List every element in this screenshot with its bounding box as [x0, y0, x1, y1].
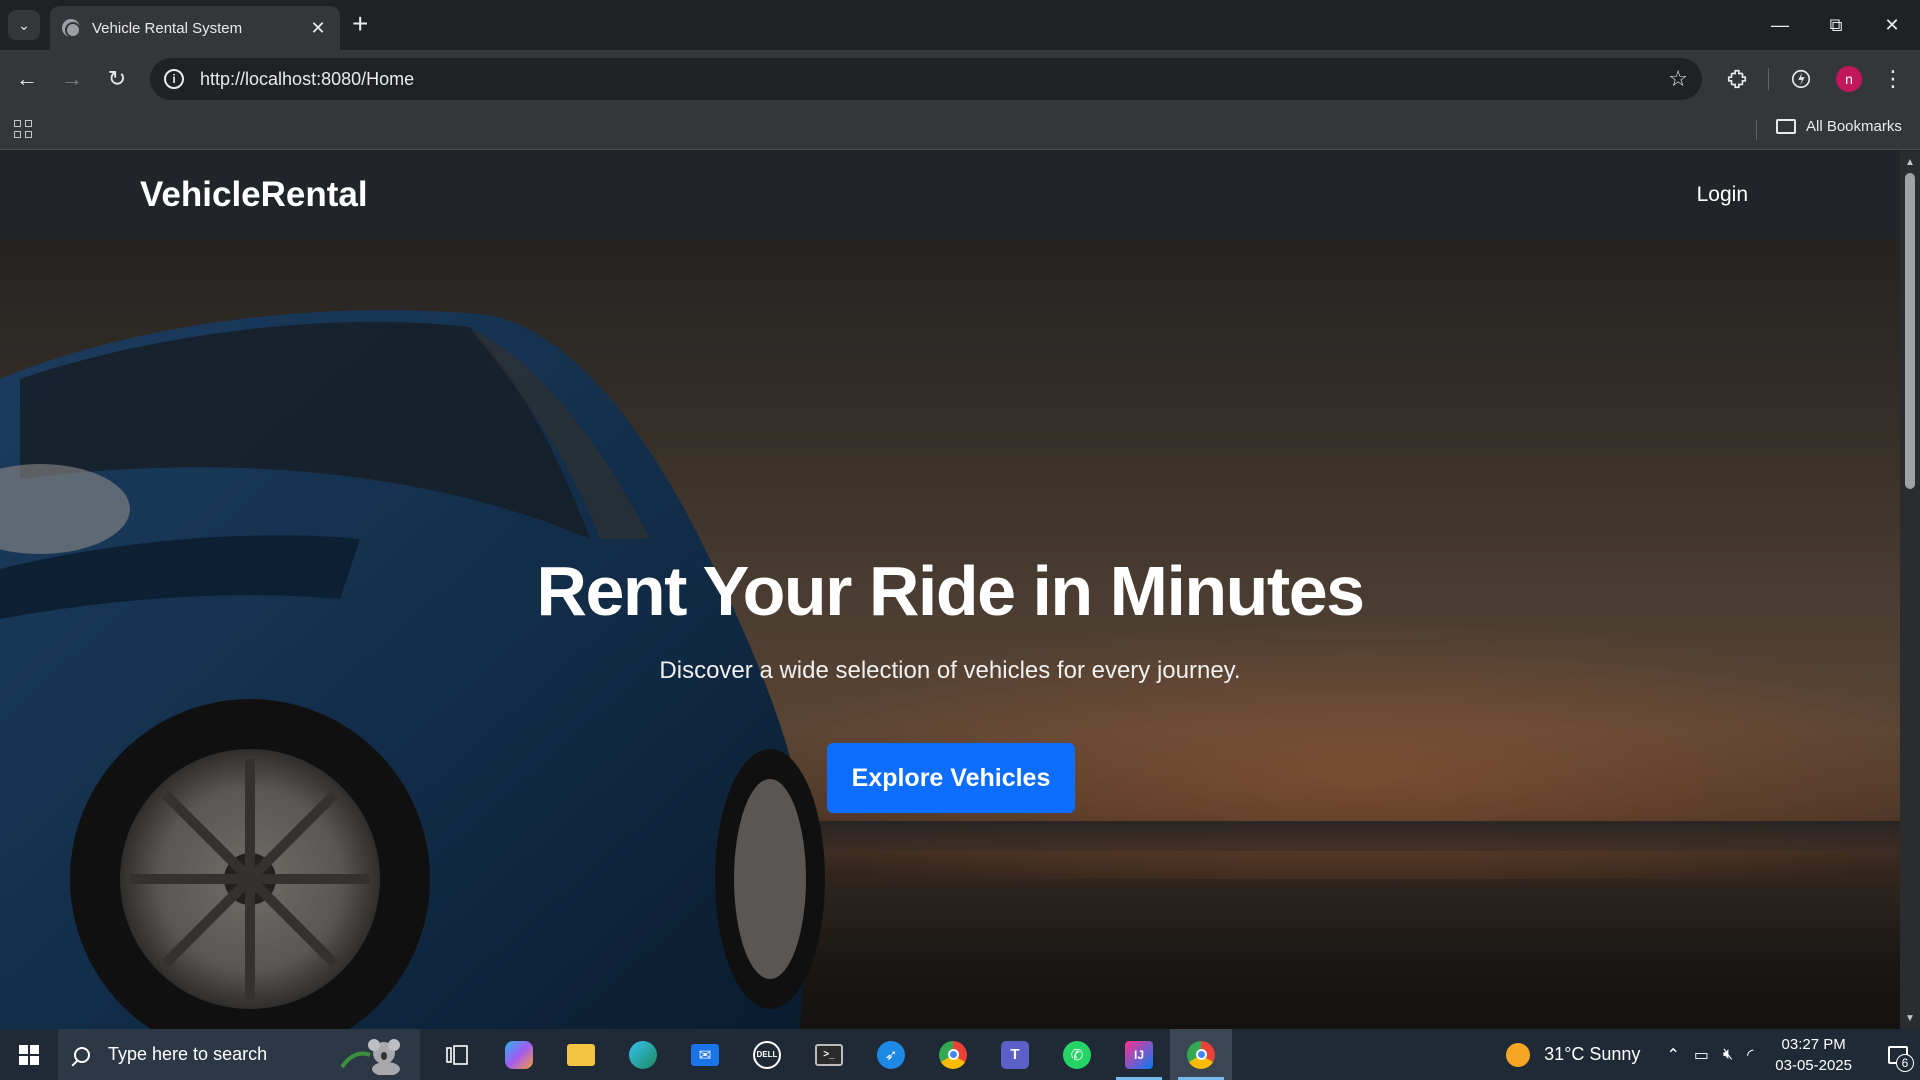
apps-grid-icon[interactable] — [14, 120, 32, 138]
tab-search-button[interactable]: ⌄ — [8, 10, 40, 40]
site-navbar: VehicleRental Login — [0, 151, 1900, 239]
close-tab-icon[interactable]: ✕ — [308, 18, 328, 39]
globe-icon — [62, 19, 81, 38]
bookmark-star-icon[interactable]: ☆ — [1668, 66, 1688, 92]
clock[interactable]: 03:27 PM 03-05-2025 — [1775, 1034, 1852, 1076]
page-scrollbar[interactable]: ▲ ▼ — [1900, 151, 1920, 1029]
scroll-up-icon[interactable]: ▲ — [1900, 153, 1920, 171]
forward-icon[interactable]: → — [55, 62, 89, 96]
url-text[interactable]: http://localhost:8080/Home — [200, 69, 1668, 90]
search-icon — [74, 1046, 90, 1063]
hero-title: Rent Your Ride in Minutes — [536, 552, 1365, 630]
all-bookmarks-label: All Bookmarks — [1806, 118, 1902, 135]
extensions-icon[interactable] — [1720, 62, 1754, 96]
clock-date: 03-05-2025 — [1775, 1056, 1852, 1074]
hero-content: Rent Your Ride in Minutes Discover a wid… — [0, 239, 1900, 1029]
address-bar[interactable]: i http://localhost:8080/Home ☆ — [150, 58, 1702, 100]
back-icon[interactable]: ← — [10, 62, 44, 96]
search-placeholder: Type here to search — [108, 1044, 268, 1064]
avatar: n — [1836, 66, 1862, 92]
battery-icon[interactable]: ▭ — [1694, 1045, 1709, 1065]
new-tab-button[interactable]: + — [352, 10, 368, 38]
start-button[interactable] — [0, 1029, 58, 1080]
chrome-icon[interactable] — [922, 1029, 984, 1080]
task-view-icon[interactable] — [426, 1029, 488, 1080]
explore-vehicles-button[interactable]: Explore Vehicles — [827, 743, 1075, 813]
login-link[interactable]: Login — [1697, 183, 1748, 207]
weather-text: 31°C Sunny — [1544, 1044, 1641, 1064]
sun-icon — [1506, 1042, 1531, 1067]
notification-count-badge: 6 — [1896, 1054, 1914, 1072]
wifi-icon[interactable]: ◜ — [1747, 1045, 1753, 1065]
browser-tab-active[interactable]: Vehicle Rental System ✕ — [50, 6, 340, 50]
minimize-icon[interactable]: — — [1752, 0, 1808, 50]
tab-title: Vehicle Rental System — [92, 19, 243, 37]
taskbar-apps: ✉ DELL >_ ➶ T ✆ IJ — [426, 1029, 1232, 1080]
terminal-icon[interactable]: >_ — [798, 1029, 860, 1080]
scroll-down-icon[interactable]: ▼ — [1900, 1009, 1920, 1027]
browser-tabstrip: ⌄ Vehicle Rental System ✕ + — ⧉ ✕ — [0, 0, 1920, 50]
tray-icons: ⌃ ▭ 🔇︎ ◜ — [1666, 1045, 1753, 1065]
speaker-muted-icon[interactable]: 🔇︎ — [1723, 1046, 1733, 1064]
site-brand[interactable]: VehicleRental — [140, 175, 368, 215]
performance-icon[interactable] — [1784, 62, 1818, 96]
whatsapp-icon[interactable]: ✆ — [1046, 1029, 1108, 1080]
chevron-up-icon[interactable]: ⌃ — [1666, 1045, 1679, 1065]
notification-center-button[interactable]: 6 — [1876, 1029, 1920, 1080]
site-info-icon[interactable]: i — [164, 69, 184, 89]
edge-icon[interactable] — [612, 1029, 674, 1080]
teams-icon[interactable]: T — [984, 1029, 1046, 1080]
scroll-thumb[interactable] — [1905, 173, 1915, 489]
bookmarks-bar: All Bookmarks — [0, 108, 1920, 150]
window-controls: — ⧉ ✕ — [1752, 0, 1920, 50]
page-viewport: VehicleRental Login Rent Your Ride in Mi… — [0, 151, 1900, 1029]
mail-icon[interactable]: ✉ — [674, 1029, 736, 1080]
dell-icon[interactable]: DELL — [736, 1029, 798, 1080]
copilot-icon[interactable] — [488, 1029, 550, 1080]
compass-app-icon[interactable]: ➶ — [860, 1029, 922, 1080]
hero-section: Rent Your Ride in Minutes Discover a wid… — [0, 239, 1900, 1029]
hero-subtitle: Discover a wide selection of vehicles fo… — [659, 657, 1241, 684]
taskbar-search[interactable]: Type here to search — [58, 1029, 420, 1080]
chrome-profile-icon[interactable] — [1170, 1029, 1232, 1080]
file-explorer-icon[interactable] — [550, 1029, 612, 1080]
intellij-icon[interactable]: IJ — [1108, 1029, 1170, 1080]
restore-icon[interactable]: ⧉ — [1808, 0, 1864, 50]
browser-toolbar: ← → ↻ i http://localhost:8080/Home ☆ n ⋮ — [0, 50, 1920, 108]
profile-avatar[interactable]: n — [1832, 62, 1866, 96]
system-tray: 31°C Sunny ⌃ ▭ 🔇︎ ◜ 03:27 PM 03-05-2025 … — [1506, 1029, 1920, 1080]
menu-kebab-icon[interactable]: ⋮ — [1876, 62, 1910, 96]
reload-icon[interactable]: ↻ — [100, 62, 134, 96]
all-bookmarks-button[interactable]: All Bookmarks — [1776, 118, 1902, 135]
folder-icon — [1776, 119, 1796, 134]
weather-widget[interactable]: 31°C Sunny — [1506, 1042, 1641, 1067]
close-window-icon[interactable]: ✕ — [1864, 0, 1920, 50]
windows-taskbar: Type here to search ✉ DELL >_ ➶ T ✆ IJ 3… — [0, 1029, 1920, 1080]
clock-time: 03:27 PM — [1781, 1035, 1846, 1053]
chevron-down-icon: ⌄ — [18, 16, 30, 33]
windows-logo-icon — [19, 1044, 39, 1065]
koala-illustration-icon — [340, 1039, 400, 1075]
